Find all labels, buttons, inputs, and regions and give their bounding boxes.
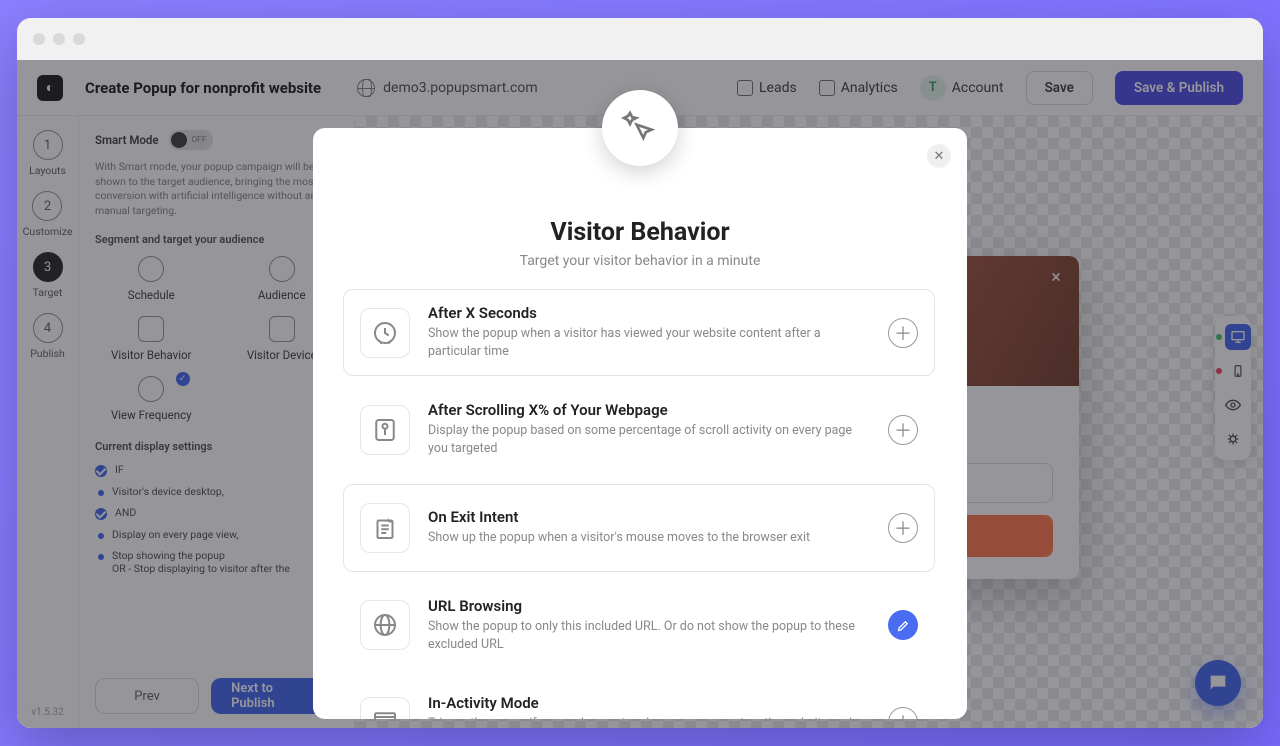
- opt-after-seconds[interactable]: After X Seconds Show the popup when a vi…: [343, 289, 935, 376]
- opt-url-browsing[interactable]: URL Browsing Show the popup to only this…: [343, 582, 935, 669]
- add-icon[interactable]: ＋: [888, 707, 918, 719]
- modal-subtitle: Target your visitor behavior in a minute: [343, 253, 937, 269]
- macos-titlebar: [17, 18, 1263, 60]
- opt-desc: Show up the popup when a visitor's mouse…: [428, 529, 870, 547]
- traffic-light-close[interactable]: [33, 33, 45, 45]
- opt-desc: Trigger the popup if a user does not mak…: [428, 715, 870, 719]
- scroll-icon: [360, 405, 410, 455]
- opt-title: After X Seconds: [428, 304, 870, 322]
- modal-close-button[interactable]: ✕: [927, 144, 951, 168]
- opt-title: On Exit Intent: [428, 508, 870, 526]
- add-icon[interactable]: ＋: [888, 415, 918, 445]
- globe-link-icon: [360, 600, 410, 650]
- opt-title: URL Browsing: [428, 597, 870, 615]
- opt-inactivity[interactable]: In-Activity Mode Trigger the popup if a …: [343, 679, 935, 719]
- edit-icon[interactable]: [888, 610, 918, 640]
- add-icon[interactable]: ＋: [888, 318, 918, 348]
- opt-desc: Display the popup based on some percenta…: [428, 422, 870, 458]
- opt-exit-intent[interactable]: On Exit Intent Show up the popup when a …: [343, 484, 935, 572]
- opt-after-scroll[interactable]: After Scrolling X% of Your Webpage Displ…: [343, 386, 935, 473]
- behavior-options-list: After X Seconds Show the popup when a vi…: [343, 289, 937, 719]
- modal-backdrop[interactable]: ✕ Visitor Behavior Target your visitor b…: [17, 60, 1263, 728]
- opt-desc: Show the popup to only this included URL…: [428, 618, 870, 654]
- exit-intent-icon: [360, 503, 410, 553]
- opt-title: After Scrolling X% of Your Webpage: [428, 401, 870, 419]
- add-icon[interactable]: ＋: [888, 513, 918, 543]
- opt-title: In-Activity Mode: [428, 694, 870, 712]
- visitor-behavior-modal: ✕ Visitor Behavior Target your visitor b…: [313, 128, 967, 719]
- clock-icon: [360, 308, 410, 358]
- traffic-light-max[interactable]: [73, 33, 85, 45]
- cursor-spark-icon: [620, 108, 660, 148]
- traffic-light-min[interactable]: [53, 33, 65, 45]
- opt-desc: Show the popup when a visitor has viewed…: [428, 325, 870, 361]
- modal-title: Visitor Behavior: [343, 218, 937, 247]
- inactivity-icon: [360, 697, 410, 719]
- modal-emblem: [602, 90, 678, 166]
